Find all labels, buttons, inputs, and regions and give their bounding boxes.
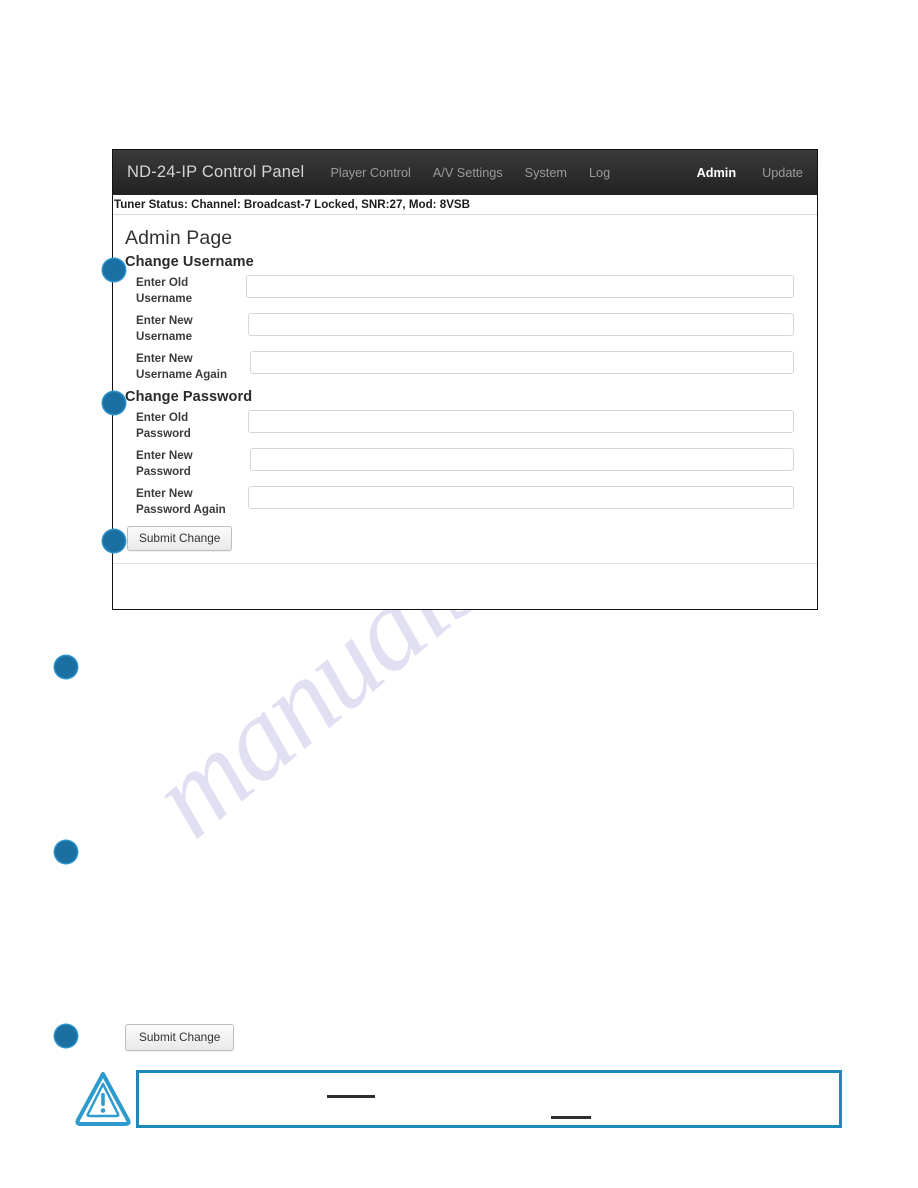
callout-marker-step-2 bbox=[55, 841, 77, 863]
lower-submit-change-wrapper: Submit Change bbox=[125, 1024, 235, 1051]
label-new-password-again: Enter New Password Again bbox=[136, 487, 226, 516]
nav-item-av-settings[interactable]: A/V Settings bbox=[433, 166, 503, 180]
form-row-new-password-again: Enter New Password Again bbox=[113, 486, 817, 517]
callout-marker-change-username bbox=[103, 259, 125, 281]
label-new-username: Enter New Username bbox=[136, 314, 193, 343]
warning-note-box bbox=[136, 1070, 842, 1128]
input-new-username-again[interactable] bbox=[250, 351, 794, 374]
input-new-password[interactable] bbox=[250, 448, 794, 471]
label-new-password: Enter New Password bbox=[136, 449, 193, 478]
control-panel-screenshot: ND-24-IP Control Panel Player Control A/… bbox=[112, 149, 818, 610]
form-row-new-username: Enter New Username bbox=[113, 313, 817, 344]
label-old-username: Enter Old Username bbox=[136, 276, 193, 305]
nav-item-system[interactable]: System bbox=[525, 166, 567, 180]
tuner-status-text: Tuner Status: Channel: Broadcast-7 Locke… bbox=[114, 198, 471, 211]
navbar-right-group: Admin Update bbox=[671, 166, 803, 180]
page-title: Admin Page bbox=[125, 227, 233, 249]
form-row-old-username: Enter Old Username bbox=[113, 275, 817, 306]
section-title-change-username: Change Username bbox=[125, 254, 254, 270]
admin-page-content: Admin Page Change Username Enter Old Use… bbox=[113, 215, 817, 551]
section-title-change-password: Change Password bbox=[125, 389, 253, 405]
lower-submit-change-button[interactable]: Submit Change bbox=[125, 1024, 235, 1051]
input-new-password-again[interactable] bbox=[248, 486, 794, 509]
nav-item-player-control[interactable]: Player Control bbox=[330, 166, 410, 180]
nav-item-log[interactable]: Log bbox=[589, 166, 610, 180]
submit-change-button[interactable]: Submit Change bbox=[127, 526, 233, 551]
form-row-new-username-again: Enter New Username Again bbox=[113, 351, 817, 382]
input-new-username[interactable] bbox=[248, 313, 794, 336]
callout-marker-change-password bbox=[103, 392, 125, 414]
label-new-username-again: Enter New Username Again bbox=[136, 352, 228, 381]
form-row-new-password: Enter New Password bbox=[113, 448, 817, 479]
callout-marker-step-3 bbox=[55, 1025, 77, 1047]
callout-marker-submit bbox=[103, 530, 125, 552]
warning-triangle-icon bbox=[75, 1072, 131, 1126]
nav-item-admin[interactable]: Admin bbox=[697, 166, 736, 180]
note-redacted-rule-2 bbox=[551, 1116, 591, 1119]
note-redacted-rule-1 bbox=[327, 1095, 375, 1098]
input-old-password[interactable] bbox=[248, 410, 794, 433]
warning-note bbox=[74, 1064, 844, 1134]
nav-item-update[interactable]: Update bbox=[762, 166, 803, 180]
form-row-old-password: Enter Old Password bbox=[113, 410, 817, 441]
panel-divider bbox=[113, 563, 817, 564]
tuner-status-bar: Tuner Status: Channel: Broadcast-7 Locke… bbox=[113, 195, 817, 215]
navbar-brand: ND-24-IP Control Panel bbox=[127, 163, 305, 181]
input-old-username[interactable] bbox=[246, 275, 794, 298]
label-old-password: Enter Old Password bbox=[136, 411, 191, 440]
navbar: ND-24-IP Control Panel Player Control A/… bbox=[113, 150, 817, 195]
callout-marker-step-1 bbox=[55, 656, 77, 678]
